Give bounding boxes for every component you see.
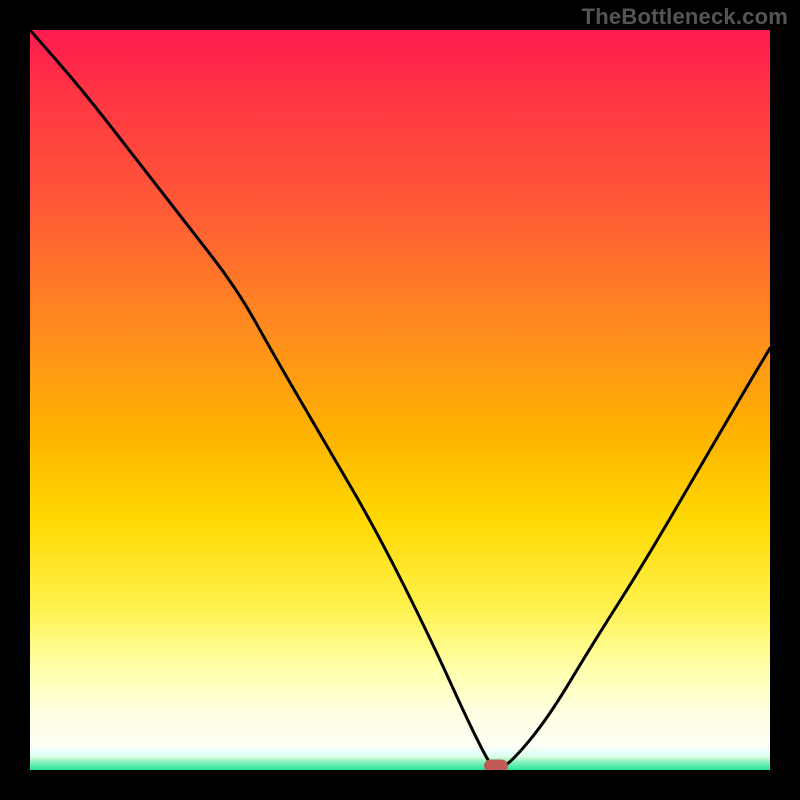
chart-frame: TheBottleneck.com <box>0 0 800 800</box>
watermark-text: TheBottleneck.com <box>582 4 788 30</box>
plot-area <box>30 30 770 770</box>
bottleneck-curve <box>30 30 770 770</box>
curve-path <box>30 30 770 768</box>
minimum-marker <box>484 760 508 771</box>
